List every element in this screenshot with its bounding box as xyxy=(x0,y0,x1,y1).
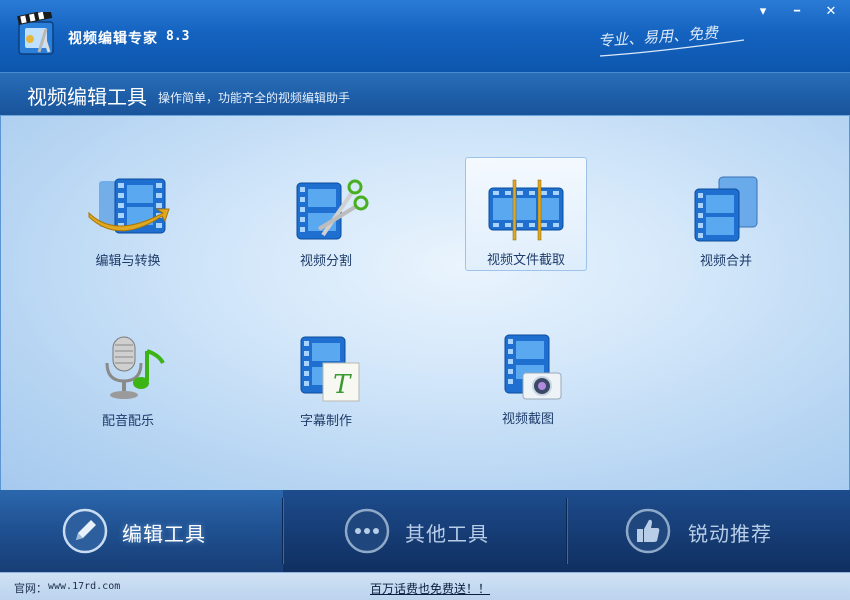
title-bar: 视频编辑专家 8.3 专业、易用、免费 ▾ ━ ✕ xyxy=(0,0,850,72)
promo-link[interactable]: 百万话费也免费送！！ xyxy=(370,580,490,597)
tool-merge[interactable]: 视频合并 xyxy=(665,159,787,273)
microphone-music-icon xyxy=(85,333,171,405)
film-merge-icon xyxy=(683,173,769,245)
film-convert-icon xyxy=(85,173,171,245)
tab-edit-tools[interactable]: 编辑工具 xyxy=(0,490,283,572)
tool-edit-convert[interactable]: 编辑与转换 xyxy=(67,159,189,273)
app-window: 视频编辑专家 8.3 专业、易用、免费 ▾ ━ ✕ 视频编辑工具 操作简单，功能… xyxy=(0,0,850,600)
svg-text:T: T xyxy=(333,370,352,400)
tool-label: 配音配乐 xyxy=(101,414,154,429)
close-button[interactable]: ✕ xyxy=(820,4,842,20)
film-scissors-icon xyxy=(283,173,369,245)
tool-screenshot[interactable]: 视频截图 xyxy=(467,317,589,431)
more-dots-icon xyxy=(344,508,390,554)
tab-recommend[interactable]: 锐动推荐 xyxy=(567,490,850,572)
section-subtitle: 操作简单，功能齐全的视频编辑助手 xyxy=(158,91,351,105)
tool-label: 视频合并 xyxy=(699,254,752,269)
tools-panel: 编辑与转换 视频分割 视频文件截取 视频合并 配音配乐 T 字幕制作 视频截图 xyxy=(0,116,850,490)
section-title: 视频编辑工具 xyxy=(27,85,147,109)
film-camera-icon xyxy=(485,331,571,403)
minimize-button[interactable]: ━ xyxy=(786,4,808,20)
slogan: 专业、易用、免费 xyxy=(598,24,748,60)
tool-label: 视频文件截取 xyxy=(486,253,565,268)
website-link[interactable]: www.17rd.com xyxy=(48,581,120,592)
film-clip-icon xyxy=(483,172,569,244)
tab-label: 编辑工具 xyxy=(122,522,206,546)
tool-dubbing[interactable]: 配音配乐 xyxy=(67,319,189,433)
app-title: 视频编辑专家 xyxy=(68,31,158,47)
tab-label: 锐动推荐 xyxy=(688,522,772,546)
tool-label: 视频分割 xyxy=(299,254,352,269)
tab-other-tools[interactable]: 其他工具 xyxy=(284,490,567,572)
tool-label: 视频截图 xyxy=(501,412,554,427)
pencil-icon xyxy=(62,508,108,554)
app-version: 8.3 xyxy=(166,29,190,44)
tab-divider xyxy=(282,498,283,564)
tool-label: 字幕制作 xyxy=(299,414,352,429)
tool-label: 编辑与转换 xyxy=(95,254,161,269)
film-subtitle-icon: T xyxy=(283,333,369,405)
tool-subtitle[interactable]: T 字幕制作 xyxy=(265,319,387,433)
tool-split[interactable]: 视频分割 xyxy=(265,159,387,273)
thumbs-up-icon xyxy=(625,508,671,554)
app-logo-icon xyxy=(16,9,58,58)
tool-clip[interactable]: 视频文件截取 xyxy=(465,157,587,271)
tab-label: 其他工具 xyxy=(405,522,489,546)
website-label: 官网： xyxy=(14,582,47,595)
menu-dropdown-button[interactable]: ▾ xyxy=(752,4,774,20)
bottom-tab-bar: 编辑工具 其他工具 锐动推荐 xyxy=(0,490,850,572)
section-header: 视频编辑工具 操作简单，功能齐全的视频编辑助手 xyxy=(0,72,850,116)
status-bar: 官网： www.17rd.com 百万话费也免费送！！ xyxy=(0,572,850,600)
